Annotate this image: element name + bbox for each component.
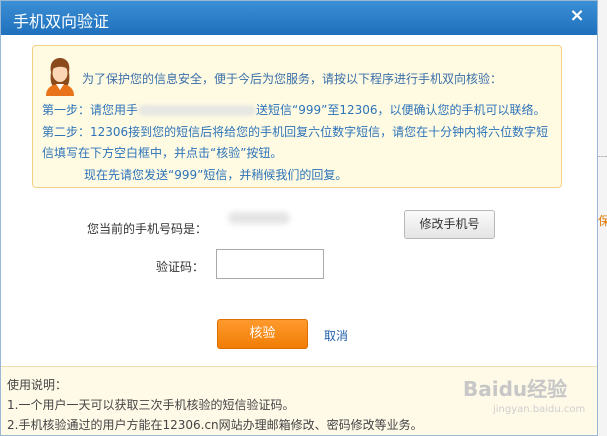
- change-phone-button[interactable]: 修改手机号: [404, 210, 495, 239]
- verification-code-label: 验证码：: [156, 260, 205, 274]
- notice-intro: 为了保护您的信息安全，便于今后为您服务，请按以下程序进行手机双向核验：: [82, 72, 503, 86]
- step1-prefix: 第一步：请您用手: [42, 103, 139, 117]
- redacted-phone-number: [228, 212, 290, 224]
- verify-button[interactable]: 核验: [217, 319, 308, 349]
- step1-suffix: 送短信“999”至12306，以便确认您的手机可以联络。: [256, 103, 546, 117]
- background-text-fragment: 保: [598, 214, 607, 228]
- usage-title: 使用说明：: [7, 378, 68, 392]
- redacted-phone-blur: [138, 105, 257, 116]
- watermark-url: jingyan.baidu.com: [493, 404, 586, 415]
- baidu-watermark: Baidu经验: [463, 377, 568, 401]
- customer-service-avatar-icon: [46, 58, 74, 96]
- background-divider: [597, 156, 607, 157]
- notice-now: 现在先请您发送“999”短信，并稍候我们的回复。: [84, 168, 348, 182]
- background-page-edge: 保: [597, 0, 607, 436]
- instruction-notice: 为了保护您的信息安全，便于今后为您服务，请按以下程序进行手机双向核验： 第一步：…: [32, 45, 562, 188]
- dialog-titlebar: 手机双向验证 ×: [1, 1, 597, 35]
- close-icon[interactable]: ×: [568, 6, 586, 26]
- usage-rule-1: 1.一个用户一天可以获取三次手机核验的短信验证码。: [7, 398, 295, 412]
- cancel-link[interactable]: 取消: [324, 327, 348, 344]
- notice-step2-line1: 第二步：12306接到您的短信后将给您的手机回复六位数字短信，请您在十分钟内将六…: [42, 125, 549, 139]
- notice-step1: 第一步：请您用手 送短信“999”至12306，以便确认您的手机可以联络。: [42, 101, 546, 118]
- usage-rule-2: 2.手机核验通过的用户方能在12306.cn网站办理邮箱修改、密码修改等业务。: [7, 418, 423, 432]
- dialog-title: 手机双向验证: [13, 12, 110, 31]
- phone-number-label: 您当前的手机号码是：: [87, 222, 208, 236]
- phone-verify-dialog: 手机双向验证 × 为了保护您的信息安全，便于今后为您服务，请按以下程序进行手机双…: [0, 0, 598, 436]
- notice-step2-line2: 信填写在下方空白框中，并点击“核验”按钮。: [42, 146, 283, 160]
- verification-code-input[interactable]: [216, 249, 324, 279]
